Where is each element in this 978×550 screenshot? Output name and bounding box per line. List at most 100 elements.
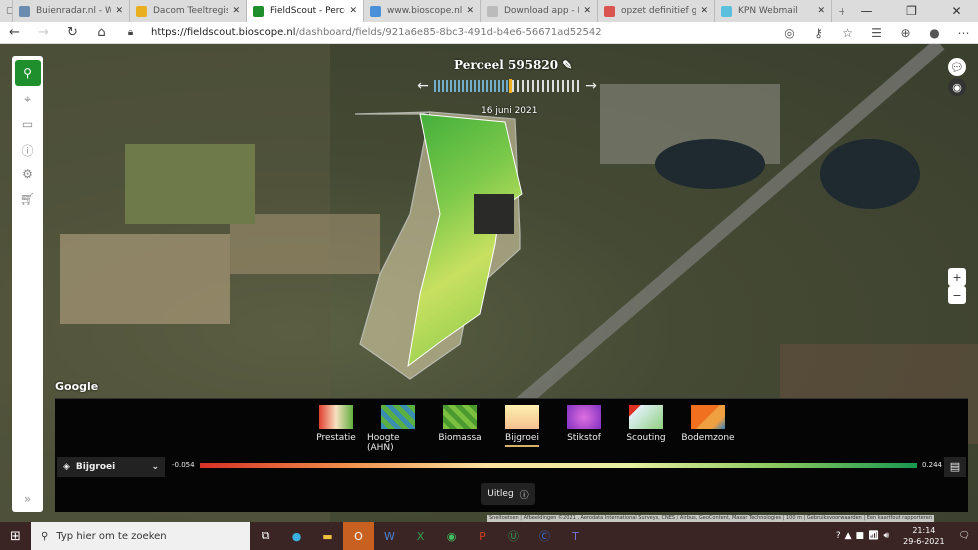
date-timeline[interactable]: ← →	[412, 78, 602, 94]
explain-button[interactable]: Uitleg ⓘ	[481, 483, 535, 505]
tab-title: www.bioscope.nl - Bio	[387, 6, 463, 16]
layer-list: Prestatie Hoogte (AHN) Biomassa Bijgroei Sti…	[305, 405, 739, 453]
clock[interactable]: 21:14 29-6-2021	[903, 525, 944, 547]
layers-icon: ◈	[63, 462, 70, 472]
browser-tab[interactable]: Dacom Teeltregistratie ✕	[130, 0, 247, 22]
taskbar-search[interactable]: ⚲ Typ hier om te zoeken	[31, 522, 250, 550]
layer-select-value: Bijgroei	[75, 462, 116, 472]
scale-min: -0.054	[172, 461, 195, 469]
chat-icon[interactable]: 💬︎	[948, 58, 966, 76]
favicon-icon	[370, 5, 381, 17]
powerpoint-icon[interactable]: P	[467, 522, 498, 550]
notifications-icon[interactable]: 🗨︎	[959, 531, 970, 541]
browser-tab[interactable]: Download app - Bio ✕	[481, 0, 598, 22]
close-tab-icon[interactable]: ✕	[583, 6, 591, 16]
favorites-icon[interactable]: ☰	[862, 26, 891, 40]
next-date-arrow[interactable]: →	[580, 78, 602, 94]
favicon-icon	[604, 5, 615, 17]
close-tab-icon[interactable]: ✕	[115, 6, 123, 16]
home-icon[interactable]: ⌂	[87, 25, 116, 40]
layer-scouting[interactable]: Scouting	[615, 405, 677, 453]
windows-start-icon[interactable]: ⊞	[0, 529, 31, 544]
close-tab-icon[interactable]: ✕	[466, 6, 474, 16]
zoom-in-button[interactable]: +	[948, 268, 966, 286]
app-c-icon[interactable]: Ⓒ	[529, 522, 560, 550]
browser-tab[interactable]: FieldScout - Percelen ✕	[247, 0, 364, 22]
back-icon[interactable]: ←	[0, 25, 29, 40]
google-logo: Google	[55, 380, 99, 393]
legend-toggle-button[interactable]: ▤	[944, 457, 966, 477]
layer-stikstof[interactable]: Stikstof	[553, 405, 615, 453]
teams-icon[interactable]: T	[560, 522, 591, 550]
volume-icon[interactable]: 🔊︎	[883, 531, 889, 541]
minimize-icon[interactable]: —	[844, 4, 889, 18]
cart-icon[interactable]: 🛒︎	[20, 192, 35, 211]
more-icon[interactable]: ⋯	[949, 26, 978, 40]
excel-icon[interactable]: X	[405, 522, 436, 550]
scale-max: 0.244	[921, 461, 942, 469]
layer-select[interactable]: ◈ Bijgroei ⌄	[57, 457, 165, 477]
layer-thumbnail	[505, 405, 539, 429]
help-icon[interactable]: ?	[836, 531, 841, 541]
layer-biomassa[interactable]: Biomassa	[429, 405, 491, 453]
tab-actions-icon[interactable]: ▢	[0, 0, 13, 22]
timeline-future[interactable]	[512, 80, 580, 92]
info-icon[interactable]: ⓘ	[21, 142, 33, 161]
layer-bijgroei[interactable]: Bijgroei	[491, 405, 553, 453]
taskbar: ⊞ ⚲ Typ hier om te zoeken ⧉ ● ▬ O W X ◉ P…	[0, 522, 978, 550]
close-icon[interactable]: ✕	[934, 4, 978, 18]
locate-icon[interactable]: ◉	[948, 78, 966, 96]
map-attribution[interactable]: Sneltoetsen | Afbeeldingen ©2021 , Aerod…	[487, 515, 934, 522]
tab-title: Download app - Bio	[504, 6, 579, 16]
settings-icon[interactable]: ⚙	[22, 167, 33, 186]
close-tab-icon[interactable]: ✕	[349, 6, 357, 16]
whatsapp-icon[interactable]: ◉	[436, 522, 467, 550]
favorite-add-icon[interactable]: ☆	[833, 26, 862, 40]
favicon-icon	[19, 5, 30, 17]
layer-label: Scouting	[626, 433, 666, 443]
word-icon[interactable]: W	[374, 522, 405, 550]
key-icon[interactable]: ⚷	[804, 26, 833, 40]
layer-hoogte-ahn[interactable]: Hoogte (AHN)	[367, 405, 429, 453]
layer-bodemzone[interactable]: Bodemzone	[677, 405, 739, 453]
nvidia-icon[interactable]: ■	[856, 531, 865, 541]
close-tab-icon[interactable]: ✕	[232, 6, 240, 16]
close-tab-icon[interactable]: ✕	[817, 6, 825, 16]
edge-icon[interactable]: ●	[281, 522, 312, 550]
browser-tab[interactable]: Buienradar.nl - Weer ✕	[13, 0, 130, 22]
search-icon: ⚲	[41, 530, 49, 542]
expand-sidebar-icon[interactable]: »	[24, 492, 31, 506]
task-view-icon[interactable]: ⧉	[250, 522, 281, 550]
maximize-icon[interactable]: ❐	[889, 4, 934, 18]
forward-icon[interactable]: →	[29, 25, 58, 40]
browser-tab[interactable]: KPN Webmail ✕	[715, 0, 832, 22]
comment-icon[interactable]: ▭	[22, 117, 33, 136]
favicon-icon	[136, 5, 147, 17]
location-icon[interactable]: ◎	[775, 26, 804, 40]
app-u-icon[interactable]: Ⓤ	[498, 522, 529, 550]
edit-icon[interactable]: ✎	[562, 58, 572, 72]
profile-avatar[interactable]: ●	[920, 26, 949, 40]
collections-icon[interactable]: ⊕	[891, 26, 920, 40]
layer-prestatie[interactable]: Prestatie	[305, 405, 367, 453]
fieldscout-logo[interactable]: ⚲	[14, 60, 41, 86]
zoom-out-button[interactable]: −	[948, 286, 966, 304]
browser-tab[interactable]: opzet definitief groei ✕	[598, 0, 715, 22]
previous-date-arrow[interactable]: ←	[412, 78, 434, 94]
outlook-icon[interactable]: O	[343, 522, 374, 550]
selected-date: 16 juni 2021	[481, 106, 538, 116]
drive-icon[interactable]: ▲	[845, 531, 852, 541]
timeline-past[interactable]	[434, 80, 509, 92]
network-icon[interactable]: 📶︎	[868, 531, 879, 541]
url-input[interactable]: https://fieldscout.bioscope.nl/dashboard…	[151, 27, 602, 38]
tab-title: KPN Webmail	[738, 6, 798, 16]
location-pin-icon[interactable]: ⌖	[24, 92, 31, 111]
layer-label: Bodemzone	[681, 433, 735, 443]
explain-label: Uitleg	[487, 489, 514, 499]
browser-tab[interactable]: www.bioscope.nl - Bio✕	[364, 0, 481, 22]
new-tab-button[interactable]: ＋	[832, 0, 844, 22]
close-tab-icon[interactable]: ✕	[700, 6, 708, 16]
info-icon: ⓘ	[519, 490, 529, 501]
explorer-icon[interactable]: ▬	[312, 522, 343, 550]
refresh-icon[interactable]: ↻	[58, 25, 87, 40]
